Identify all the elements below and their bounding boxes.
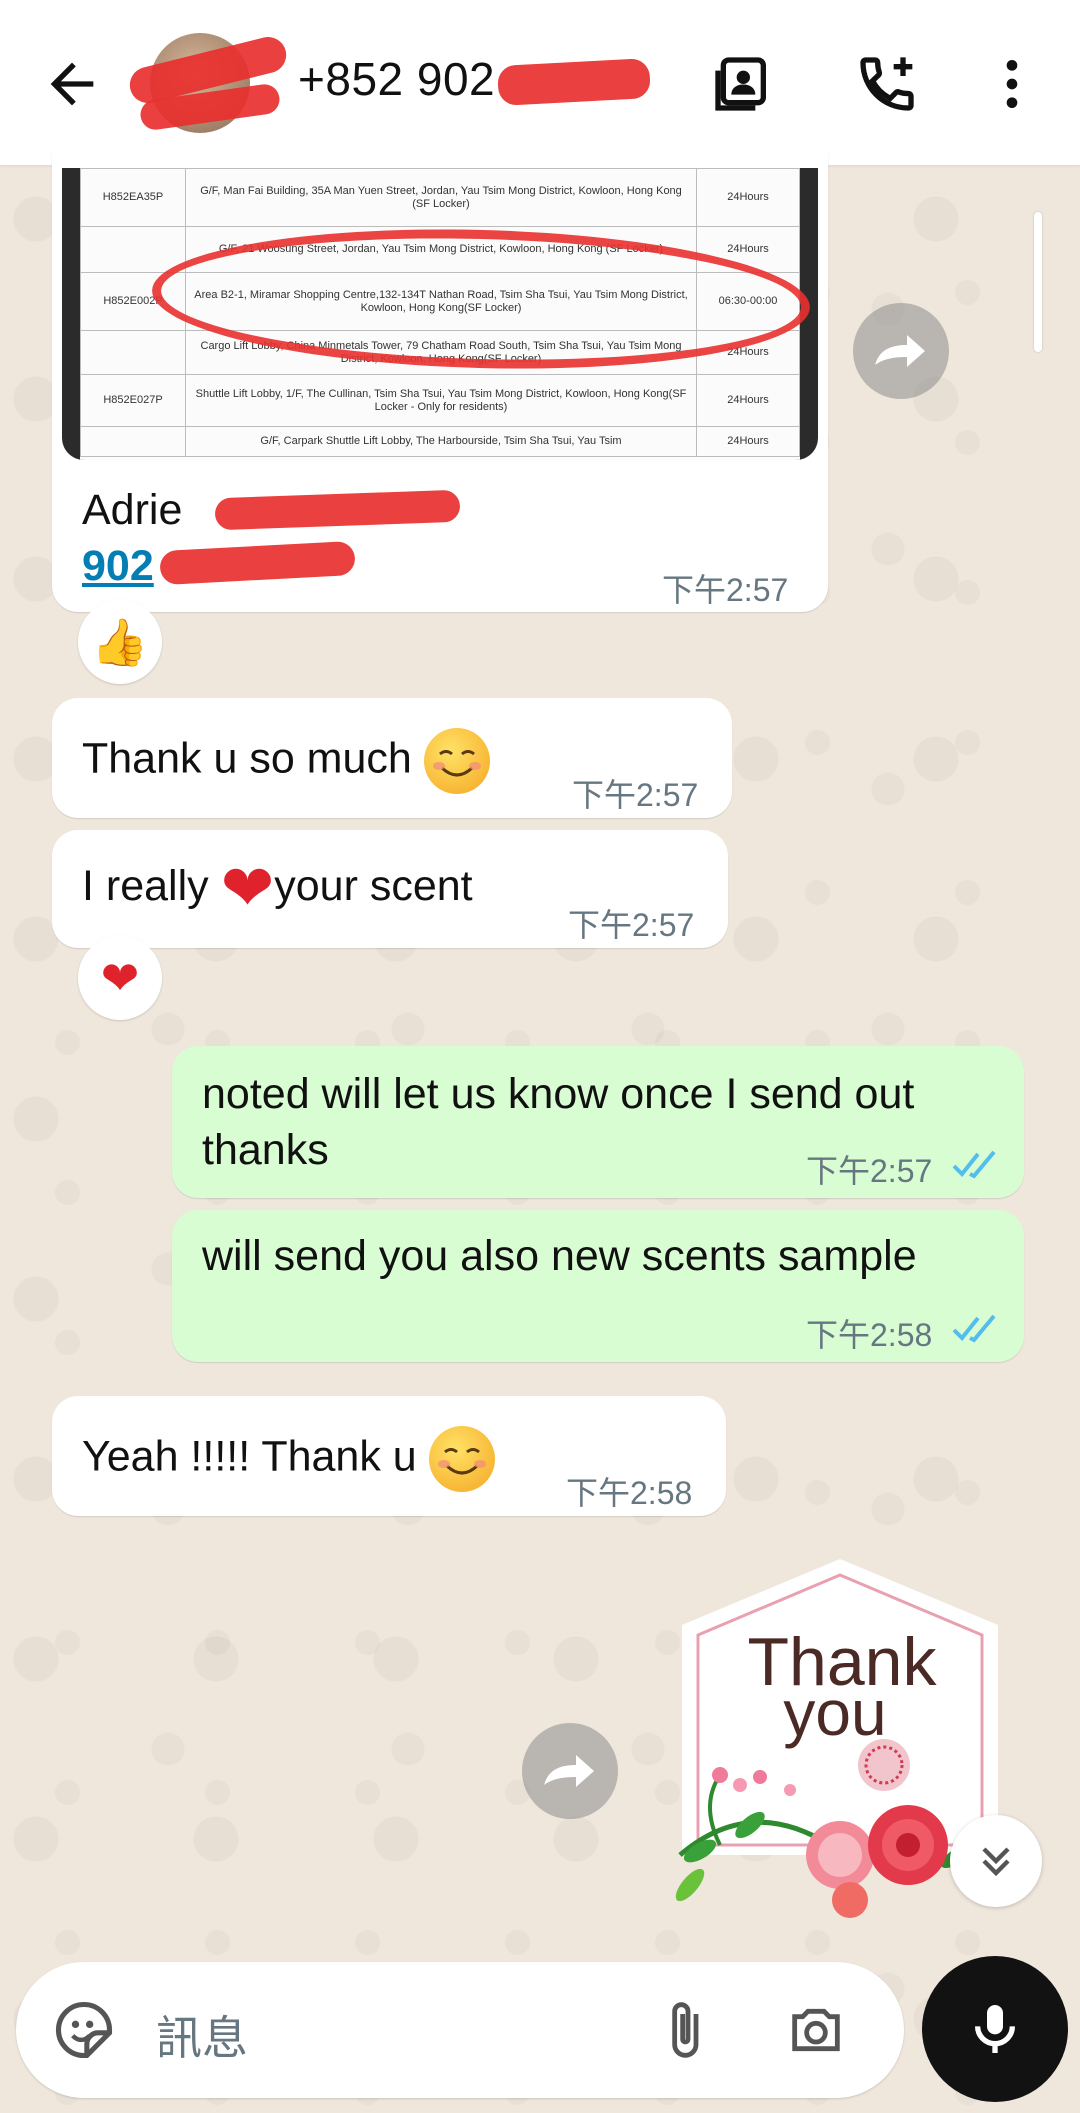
message-time: 下午2:58	[806, 1317, 933, 1353]
sticker-text-line2: you	[783, 1677, 886, 1749]
table-cell: 24Hours	[696, 168, 800, 227]
smiling-face-emoji	[428, 1426, 495, 1492]
red-heart-emoji: ❤	[220, 851, 275, 926]
table-cell: G/F, Man Fai Building, 35A Man Yuen Stre…	[185, 168, 697, 227]
smiling-face-emoji	[423, 728, 490, 794]
forward-icon	[544, 1755, 594, 1787]
reaction-badge[interactable]: 👍	[78, 600, 162, 684]
forward-button[interactable]	[853, 303, 949, 399]
table-cell: G/F, Carpark Shuttle Lift Lobby, The Har…	[185, 426, 697, 457]
message-time: 下午2:57	[568, 907, 695, 943]
voice-message-button[interactable]	[922, 1956, 1068, 2102]
shared-image[interactable]: H852EA35P G/F, Man Fai Building, 35A Man …	[62, 168, 818, 460]
table-cell: H852E027P	[80, 374, 186, 427]
table-cell: 24Hours	[696, 374, 800, 427]
forward-button[interactable]	[522, 1723, 618, 1819]
message-text: will send you also new scents sample	[202, 1232, 917, 1280]
contact-phone[interactable]: +852 902	[298, 52, 495, 106]
message-time: 下午2:57	[806, 1153, 933, 1189]
microphone-icon	[975, 2005, 1015, 2053]
table-cell	[80, 426, 186, 457]
incoming-message[interactable]: Thank u so much 下午2:57	[52, 698, 732, 818]
message-text: Thank u so much	[82, 734, 412, 783]
read-receipt-icon	[952, 1150, 996, 1179]
table-cell: H852EA35P	[80, 168, 186, 227]
table-cell: Shuttle Lift Lobby, 1/F, The Cullinan, T…	[185, 374, 697, 427]
message-text: your scent	[274, 862, 473, 910]
sticker-icon[interactable]	[50, 1996, 118, 2064]
message-text: Yeah !!!!! Thank u	[82, 1432, 417, 1481]
table-cell	[80, 226, 186, 273]
incoming-message[interactable]: Yeah !!!!! Thank u 下午2:58	[52, 1396, 726, 1516]
message-time: 下午2:58	[566, 1475, 693, 1511]
message-composer: 訊息	[16, 1962, 904, 2098]
locker-table-image: H852EA35P G/F, Man Fai Building, 35A Man …	[80, 168, 812, 460]
caption-phone-link[interactable]: 902	[82, 538, 154, 594]
redaction-mark	[497, 58, 651, 106]
forward-icon	[875, 335, 925, 367]
double-chevron-down-icon	[982, 1847, 1010, 1877]
caption-name: Adrie	[82, 486, 183, 534]
outgoing-message[interactable]: noted will let us know once I send out t…	[172, 1046, 1024, 1198]
attach-icon[interactable]	[652, 1998, 716, 2062]
add-call-icon[interactable]	[855, 52, 919, 116]
contact-card-icon[interactable]	[710, 52, 774, 116]
camera-icon[interactable]	[784, 1998, 848, 2062]
back-arrow-icon[interactable]	[40, 52, 104, 116]
scrollbar-thumb[interactable]	[1034, 212, 1042, 352]
message-input[interactable]: 訊息	[156, 2002, 248, 2068]
chat-header: +852 902	[0, 0, 1080, 165]
message-time: 下午2:57	[572, 777, 699, 813]
outgoing-message[interactable]: will send you also new scents sample 下午2…	[172, 1210, 1024, 1362]
read-receipt-icon	[952, 1314, 996, 1343]
scroll-to-bottom-button[interactable]	[950, 1815, 1042, 1907]
table-cell	[80, 330, 186, 375]
table-cell: 24Hours	[696, 426, 800, 457]
incoming-message[interactable]: I really ❤your scent 下午2:57	[52, 830, 728, 948]
more-vert-icon[interactable]	[980, 52, 1044, 116]
reaction-badge[interactable]: ❤	[78, 936, 162, 1020]
message-text: I really	[82, 862, 209, 910]
message-time: 下午2:57	[662, 572, 789, 608]
